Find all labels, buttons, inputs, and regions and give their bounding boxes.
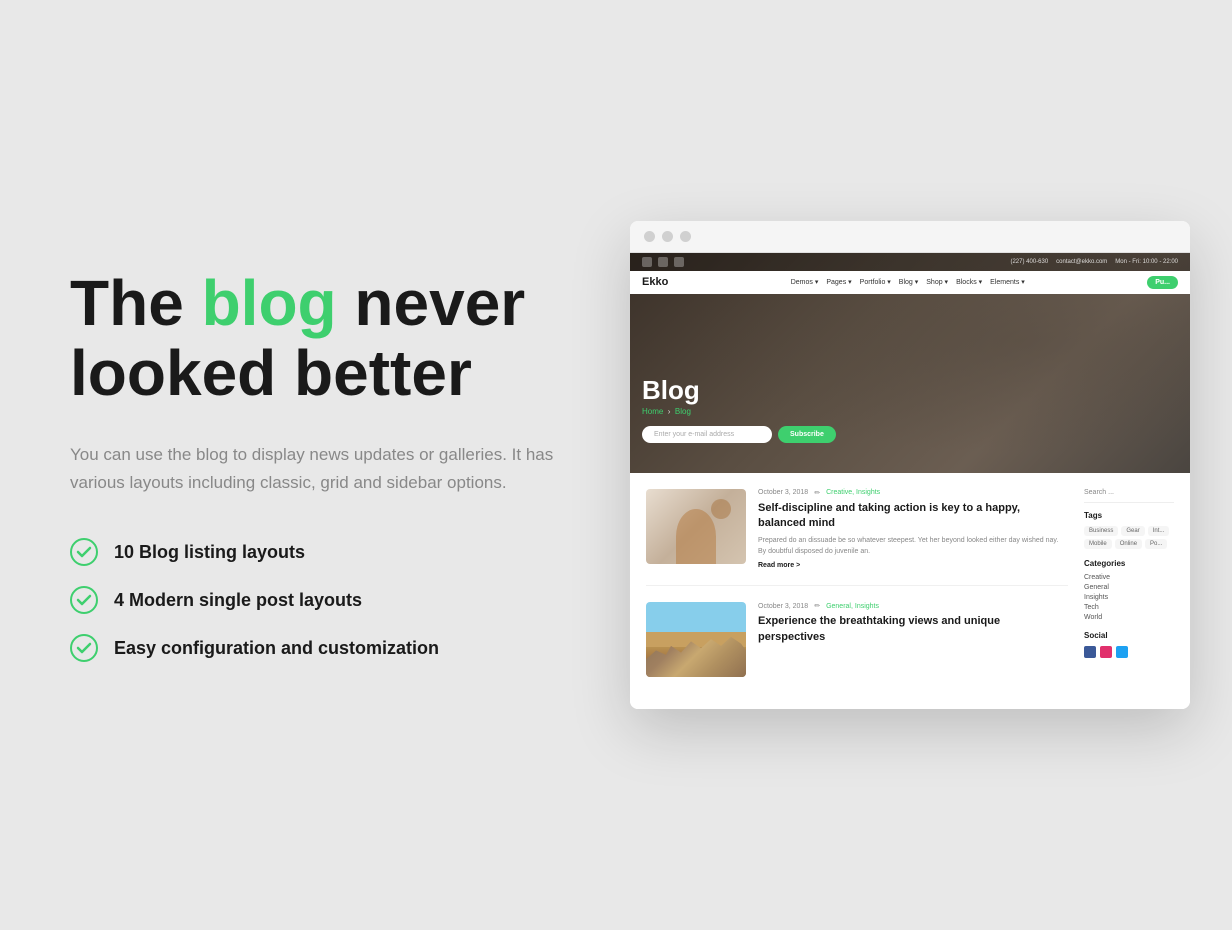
blog-hero: (227) 400-630 contact@ekko.com Mon - Fri…: [630, 253, 1190, 473]
nav-demos: Demos ▾: [791, 278, 819, 286]
instagram-social-icon[interactable]: [1100, 646, 1112, 658]
feature-item: 10 Blog listing layouts: [70, 538, 630, 566]
twitter-icon: [674, 257, 684, 267]
browser-dot-yellow: [662, 231, 673, 242]
headline-green: blog: [202, 267, 337, 339]
headline-part2: never: [337, 267, 526, 339]
post-content-2: October 3, 2018 ✏ General, Insights Expe…: [758, 602, 1068, 650]
sidebar-category[interactable]: Tech: [1084, 604, 1174, 611]
nav-blocks: Blocks ▾: [956, 278, 982, 286]
breadcrumb-current: Blog: [675, 407, 691, 416]
sidebar-category[interactable]: Creative: [1084, 574, 1174, 581]
check-icon-1: [70, 538, 98, 566]
breadcrumb-home: Home: [642, 407, 663, 416]
nav-shop: Shop ▾: [926, 278, 948, 286]
feature-text-3: Easy configuration and customization: [114, 638, 439, 659]
sidebar-tag[interactable]: Gear: [1121, 526, 1144, 536]
headline: The blog never looked better: [70, 268, 630, 409]
nav-links: Demos ▾ Pages ▾ Portfolio ▾ Blog ▾ Shop …: [791, 278, 1025, 286]
blog-breadcrumb: Home › Blog: [642, 407, 836, 416]
nav-portfolio: Portfolio ▾: [860, 278, 891, 286]
blog-navbar: Ekko Demos ▾ Pages ▾ Portfolio ▾ Blog ▾ …: [630, 271, 1190, 294]
browser-window: (227) 400-630 contact@ekko.com Mon - Fri…: [630, 221, 1190, 710]
topbar-email: contact@ekko.com: [1056, 259, 1107, 265]
nav-blog: Blog ▾: [899, 278, 918, 286]
sidebar-social: [1084, 646, 1174, 658]
email-input[interactable]: Enter your e-mail address: [642, 426, 772, 443]
blog-email-row: Enter your e-mail address Subscribe: [642, 426, 836, 443]
facebook-social-icon[interactable]: [1084, 646, 1096, 658]
facebook-icon: [642, 257, 652, 267]
check-icon-3: [70, 634, 98, 662]
sidebar-categories-label: Categories: [1084, 559, 1174, 568]
feature-item: 4 Modern single post layouts: [70, 586, 630, 614]
feature-text-2: 4 Modern single post layouts: [114, 590, 362, 611]
browser-dot-red: [644, 231, 655, 242]
topbar-phone: (227) 400-630: [1010, 259, 1048, 265]
feature-text-1: 10 Blog listing layouts: [114, 542, 305, 563]
feature-item: Easy configuration and customization: [70, 634, 630, 662]
sidebar-tag[interactable]: Int...: [1148, 526, 1170, 536]
post-title-2: Experience the breathtaking views and un…: [758, 614, 1068, 645]
topbar-left: [642, 257, 684, 267]
subscribe-button[interactable]: Subscribe: [778, 426, 836, 443]
posts-main: October 3, 2018 ✏ Creative, Insights Sel…: [646, 489, 1068, 694]
nav-brand: Ekko: [642, 276, 668, 288]
blog-posts-section: October 3, 2018 ✏ Creative, Insights Sel…: [630, 473, 1190, 710]
features-list: 10 Blog listing layouts 4 Modern single …: [70, 538, 630, 662]
instagram-icon: [658, 257, 668, 267]
sidebar-category[interactable]: World: [1084, 614, 1174, 621]
post-thumbnail-2: [646, 602, 746, 677]
blog-sidebar: Search ... Tags Business Gear Int... Mob…: [1084, 489, 1174, 694]
headline-line2: looked better: [70, 337, 472, 409]
sidebar-tag[interactable]: Mobile: [1084, 539, 1112, 549]
sidebar-category[interactable]: General: [1084, 584, 1174, 591]
post-meta-1: October 3, 2018 ✏ Creative, Insights: [758, 489, 1068, 497]
sidebar-tags: Business Gear Int... Mobile Online Po...: [1084, 526, 1174, 549]
blog-topbar: (227) 400-630 contact@ekko.com Mon - Fri…: [630, 253, 1190, 271]
subtitle: You can use the blog to display news upd…: [70, 441, 590, 499]
post-card-1: October 3, 2018 ✏ Creative, Insights Sel…: [646, 489, 1068, 587]
left-panel: The blog never looked better You can use…: [70, 268, 630, 663]
topbar-hours: Mon - Fri: 10:00 - 22:00: [1115, 259, 1178, 265]
blog-hero-content: Blog Home › Blog Enter your e-mail addre…: [642, 377, 836, 443]
check-icon-2: [70, 586, 98, 614]
sidebar-categories: Creative General Insights Tech World: [1084, 574, 1174, 621]
sidebar-tag[interactable]: Online: [1115, 539, 1142, 549]
sidebar-search[interactable]: Search ...: [1084, 489, 1174, 503]
browser-titlebar: [630, 221, 1190, 253]
post-tags-1: Creative, Insights: [826, 489, 880, 496]
post-content-1: October 3, 2018 ✏ Creative, Insights Sel…: [758, 489, 1068, 570]
post-meta-2: October 3, 2018 ✏ General, Insights: [758, 602, 1068, 610]
post-date-2: October 3, 2018: [758, 603, 808, 610]
read-more-1[interactable]: Read more >: [758, 562, 1068, 569]
sidebar-category[interactable]: Insights: [1084, 594, 1174, 601]
headline-part1: The: [70, 267, 202, 339]
post-card-2: October 3, 2018 ✏ General, Insights Expe…: [646, 602, 1068, 693]
nav-cta-button[interactable]: Pu...: [1147, 276, 1178, 289]
topbar-right: (227) 400-630 contact@ekko.com Mon - Fri…: [1010, 259, 1178, 265]
twitter-social-icon[interactable]: [1116, 646, 1128, 658]
nav-pages: Pages ▾: [826, 278, 851, 286]
browser-dot-green: [680, 231, 691, 242]
post-date-1: October 3, 2018: [758, 489, 808, 496]
nav-elements: Elements ▾: [990, 278, 1025, 286]
blog-hero-title: Blog: [642, 377, 836, 403]
right-panel: (227) 400-630 contact@ekko.com Mon - Fri…: [630, 221, 1190, 710]
sidebar-tag[interactable]: Business: [1084, 526, 1118, 536]
sidebar-tags-label: Tags: [1084, 511, 1174, 520]
post-title-1: Self-discipline and taking action is key…: [758, 501, 1068, 532]
sidebar-tag[interactable]: Po...: [1145, 539, 1167, 549]
post-excerpt-1: Prepared do an dissuade be so whatever s…: [758, 536, 1068, 557]
sidebar-social-label: Social: [1084, 631, 1174, 640]
post-tags-2: General, Insights: [826, 603, 879, 610]
post-thumbnail-1: [646, 489, 746, 564]
